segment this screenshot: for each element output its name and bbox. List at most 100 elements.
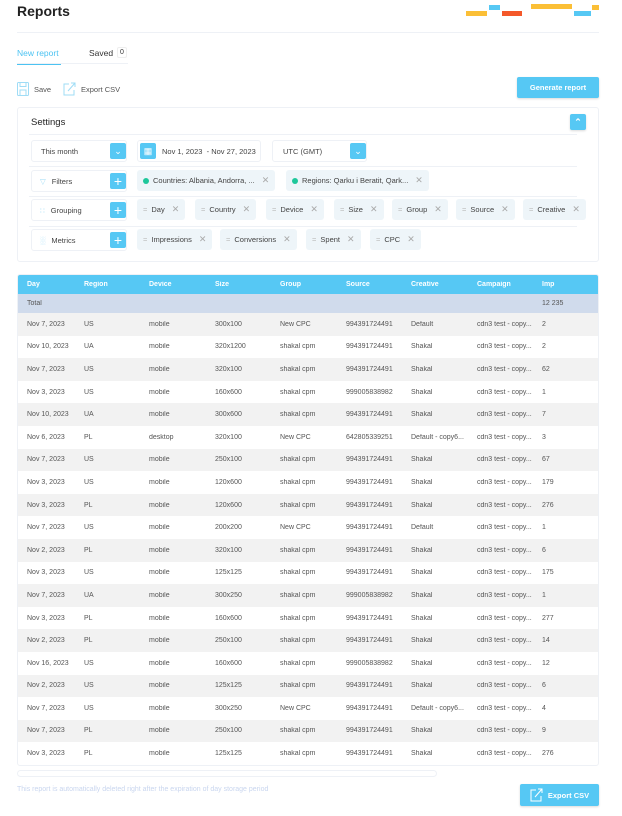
chevron-down-icon[interactable]: ⌄ — [350, 143, 366, 159]
grouping-chip[interactable]: = Country ✕ — [195, 199, 257, 220]
drag-handle-icon[interactable]: = — [529, 205, 533, 214]
column-header[interactable]: Device — [149, 281, 215, 288]
grouping-chip[interactable]: = Size ✕ — [334, 199, 384, 220]
metrics-chip[interactable]: = Conversions ✕ — [220, 229, 297, 250]
table-cell: cdn3 test - copy... — [477, 614, 532, 622]
column-header[interactable]: Creative — [411, 281, 477, 288]
grouping-chip[interactable]: = Source ✕ — [456, 199, 515, 220]
table-cell: cdn3 test - copy... — [477, 546, 532, 554]
table-cell: Nov 2, 2023 — [27, 546, 65, 554]
metrics-chip[interactable]: = CPC ✕ — [370, 229, 421, 250]
table-row: Nov 3, 2023 PL mobile 120x600 shakal cpm 9943… — [18, 493, 598, 517]
close-icon[interactable]: ✕ — [347, 234, 355, 245]
table-cell: UA — [84, 591, 94, 599]
grid-icon: ∷ — [40, 205, 45, 215]
table-cell: shakal cpm — [280, 365, 316, 373]
table-cell: PL — [84, 546, 93, 554]
timezone-select[interactable]: UTC (GMT) ⌄ — [272, 140, 367, 162]
divider — [29, 134, 577, 135]
tab-new-report[interactable]: New report — [17, 48, 61, 65]
table-cell: 642805339251 — [346, 433, 393, 441]
metrics-chip[interactable]: = Impressions ✕ — [137, 229, 213, 250]
close-icon[interactable]: ✕ — [370, 204, 378, 215]
column-header[interactable]: Imp — [542, 281, 582, 288]
table-cell: Shakal — [411, 569, 433, 577]
table-cell: mobile — [149, 727, 170, 735]
divider — [29, 226, 577, 227]
column-header[interactable]: Group — [280, 281, 346, 288]
metrics-chip[interactable]: = Spent ✕ — [306, 229, 361, 250]
export-csv-button[interactable]: Export CSV — [63, 82, 120, 96]
close-icon[interactable]: ✕ — [283, 234, 291, 245]
date-range-picker[interactable]: ▦ Nov 1, 2023 - Nov 27, 2023 — [137, 140, 261, 162]
table-cell: 3 — [542, 433, 546, 441]
drag-handle-icon[interactable]: = — [143, 235, 147, 244]
grouping-chip[interactable]: = Creative ✕ — [523, 199, 586, 220]
metrics-box: ░ Metrics + — [31, 229, 127, 251]
drag-handle-icon[interactable]: = — [272, 205, 276, 214]
table-cell: Shakal — [411, 637, 433, 645]
calendar-icon[interactable]: ▦ — [140, 143, 156, 159]
add-filter-button[interactable]: + — [110, 173, 126, 189]
collapse-settings-button[interactable]: ⌃ — [570, 114, 586, 130]
close-icon[interactable]: ✕ — [415, 175, 423, 186]
report-table: Day Region Device Size Group Source Creative Ca… — [17, 274, 599, 766]
close-icon[interactable]: ✕ — [501, 204, 509, 215]
filter-chip[interactable]: Regions: Qarku i Beratit, Qark... ✕ — [286, 170, 429, 191]
close-icon[interactable]: ✕ — [262, 175, 270, 186]
close-icon[interactable]: ✕ — [199, 234, 207, 245]
drag-handle-icon[interactable]: = — [340, 205, 344, 214]
table-cell: Nov 3, 2023 — [27, 614, 65, 622]
chip-label: Spent — [320, 235, 340, 244]
generate-report-button[interactable]: Generate report — [517, 77, 599, 98]
filter-chip[interactable]: Countries: Albania, Andorra, ... ✕ — [137, 170, 276, 191]
filter-chip-label: Countries: Albania, Andorra, ... — [153, 176, 255, 185]
table-cell: US — [84, 320, 94, 328]
column-header[interactable]: Size — [215, 281, 280, 288]
export-csv-button[interactable]: Export CSV — [520, 784, 599, 806]
table-cell: 200x200 — [215, 524, 242, 532]
drag-handle-icon[interactable]: = — [312, 235, 316, 244]
period-select[interactable]: This month ⌄ — [31, 140, 127, 162]
column-header[interactable]: Day — [18, 281, 84, 288]
table-cell: PL — [84, 433, 93, 441]
table-cell: 12 — [542, 659, 550, 667]
table-cell: 994391724491 — [346, 320, 393, 328]
table-cell: cdn3 test - copy... — [477, 750, 532, 758]
add-grouping-button[interactable]: + — [110, 202, 126, 218]
drag-handle-icon[interactable]: = — [143, 205, 147, 214]
grouping-chip[interactable]: = Day ✕ — [137, 199, 186, 220]
grouping-chip[interactable]: = Group ✕ — [392, 199, 448, 220]
drag-handle-icon[interactable]: = — [201, 205, 205, 214]
table-cell: cdn3 test - copy... — [477, 478, 532, 486]
save-button[interactable]: Save — [17, 82, 51, 96]
column-header[interactable]: Campaign — [477, 281, 542, 288]
tab-saved[interactable]: Saved — [89, 48, 113, 58]
close-icon[interactable]: ✕ — [310, 204, 318, 215]
close-icon[interactable]: ✕ — [572, 204, 580, 215]
close-icon[interactable]: ✕ — [172, 204, 180, 215]
column-header[interactable]: Region — [84, 281, 149, 288]
table-cell: cdn3 test - copy... — [477, 659, 532, 667]
close-icon[interactable]: ✕ — [243, 204, 251, 215]
drag-handle-icon[interactable]: = — [462, 205, 466, 214]
table-cell: 125x125 — [215, 569, 242, 577]
drag-handle-icon[interactable]: = — [376, 235, 380, 244]
close-icon[interactable]: ✕ — [434, 204, 442, 215]
table-cell: shakal cpm — [280, 659, 316, 667]
drag-handle-icon[interactable]: = — [398, 205, 402, 214]
chevron-down-icon[interactable]: ⌄ — [110, 143, 126, 159]
table-cell: 994391724491 — [346, 411, 393, 419]
table-cell: 250x100 — [215, 727, 242, 735]
close-icon[interactable]: ✕ — [407, 234, 415, 245]
table-cell: 999005838982 — [346, 388, 393, 396]
table-cell: mobile — [149, 411, 170, 419]
column-header[interactable]: Source — [346, 281, 411, 288]
table-cell: New CPC — [280, 320, 311, 328]
add-metric-button[interactable]: + — [110, 232, 126, 248]
horizontal-scrollbar[interactable] — [17, 770, 437, 777]
table-cell: cdn3 test - copy... — [477, 569, 532, 577]
drag-handle-icon[interactable]: = — [226, 235, 230, 244]
grouping-chip[interactable]: = Device ✕ — [266, 199, 324, 220]
table-cell: 1 — [542, 591, 546, 599]
